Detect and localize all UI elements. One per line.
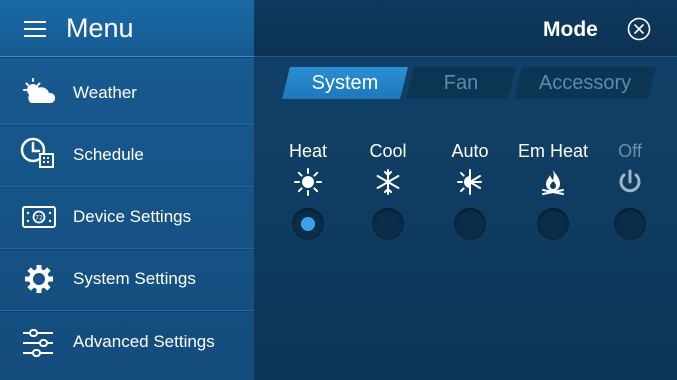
thermostat-screen: Menu Weather Schedule 72 Device Settings… — [0, 0, 677, 380]
mode-tabs: System Fan Accessory — [278, 67, 658, 99]
flame-icon — [542, 170, 564, 195]
option-label: Cool — [369, 141, 407, 161]
auto-sun-snowflake-icon — [457, 169, 482, 195]
schedule-icon — [20, 137, 54, 168]
mode-radio-off[interactable] — [614, 208, 646, 240]
radio-selected-dot — [301, 217, 315, 231]
hamburger-icon[interactable] — [24, 21, 46, 37]
nav-item-label: Weather — [73, 83, 137, 102]
sun-icon — [294, 168, 322, 196]
nav-item-advanced-settings[interactable]: Advanced Settings — [0, 311, 254, 380]
nav-item-label: Device Settings — [73, 207, 192, 226]
nav-item-schedule[interactable]: Schedule — [0, 125, 254, 187]
nav-item-label: Schedule — [73, 145, 144, 164]
svg-text:72: 72 — [35, 215, 43, 222]
tab-fan[interactable]: Fan — [406, 67, 516, 99]
snowflake-icon — [376, 169, 400, 195]
device-settings-icon: 72 — [22, 206, 56, 228]
power-icon — [619, 169, 641, 193]
mode-radio-heat[interactable] — [292, 208, 324, 240]
mode-header: Mode — [254, 0, 677, 57]
mode-panel: Mode System Fan Accessory Heat Cool Auto… — [254, 0, 677, 380]
menu-header[interactable]: Menu — [0, 0, 254, 57]
close-icon[interactable] — [627, 17, 651, 41]
bottom-strip — [254, 364, 677, 380]
mode-title: Mode — [543, 18, 598, 41]
nav-item-label: System Settings — [73, 269, 196, 288]
option-label: Auto — [451, 141, 489, 161]
mode-radio-auto[interactable] — [454, 208, 486, 240]
nav-item-weather[interactable]: Weather — [0, 63, 254, 125]
tab-accessory[interactable]: Accessory — [514, 67, 656, 99]
gear-icon — [25, 265, 53, 293]
nav-item-label: Advanced Settings — [73, 332, 215, 351]
tab-system[interactable]: System — [282, 67, 408, 99]
mode-radio-cool[interactable] — [372, 208, 404, 240]
tab-accessory-label: Accessory — [538, 72, 632, 94]
nav-item-system-settings[interactable]: System Settings — [0, 249, 254, 311]
menu-sidebar: Menu Weather Schedule 72 Device Settings… — [0, 0, 254, 380]
sliders-icon — [23, 329, 53, 357]
option-label: Heat — [288, 141, 328, 161]
weather-icon — [23, 78, 56, 103]
option-label: Off — [618, 141, 642, 161]
menu-title: Menu — [66, 13, 134, 43]
option-label: Em Heat — [517, 141, 589, 161]
mode-radio-em-heat[interactable] — [537, 208, 569, 240]
nav-item-device-settings[interactable]: 72 Device Settings — [0, 187, 254, 249]
